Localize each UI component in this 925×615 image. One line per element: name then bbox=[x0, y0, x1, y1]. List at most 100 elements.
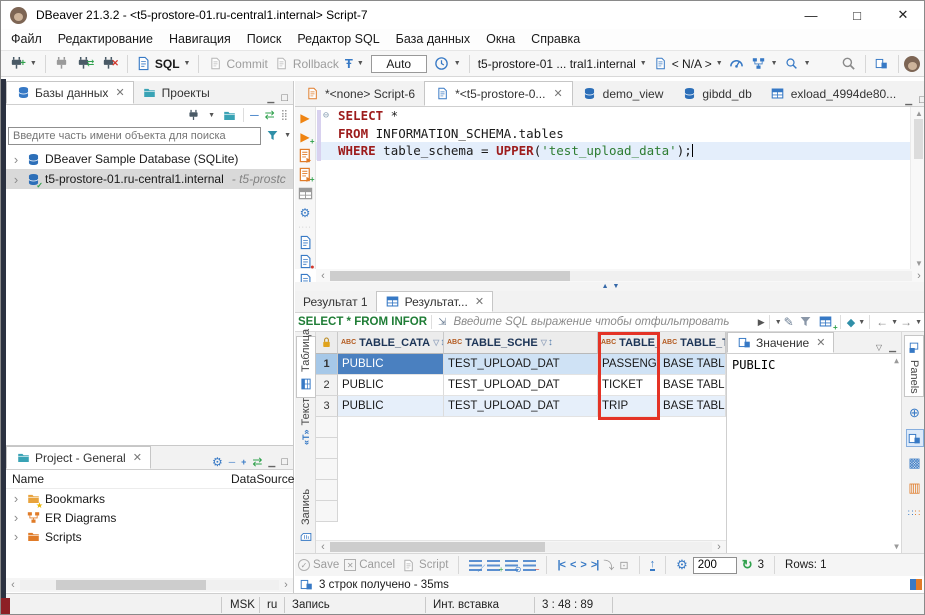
fetch-size-input[interactable] bbox=[693, 557, 737, 574]
rollback-button[interactable]: Rollback bbox=[271, 53, 342, 75]
maximize-button[interactable]: □ bbox=[834, 1, 880, 29]
notifications-icon[interactable] bbox=[910, 579, 922, 590]
column-header-table-name[interactable]: ABC TABLE_NAME ▽↕ bbox=[598, 332, 659, 354]
execute-script-icon[interactable] bbox=[297, 148, 314, 163]
tab-result-1[interactable]: Результат 1 bbox=[295, 291, 376, 312]
expander-icon[interactable]: › bbox=[11, 529, 21, 544]
tab-demo-view[interactable]: demo_view bbox=[573, 81, 673, 106]
history-forward-icon[interactable]: → bbox=[898, 315, 914, 329]
project-horizontal-scrollbar[interactable]: ‹ › bbox=[6, 578, 293, 592]
object-search-input[interactable] bbox=[8, 127, 261, 145]
erase-filter-icon[interactable]: ✎ bbox=[782, 315, 796, 329]
tab-exload[interactable]: exload_4994de80... bbox=[761, 81, 905, 106]
close-icon[interactable]: ✕ bbox=[816, 336, 825, 349]
minimize-panel-icon[interactable]: ▁ bbox=[889, 342, 896, 353]
tab-value[interactable]: Значение ✕ bbox=[727, 332, 834, 353]
gear-icon[interactable]: ⚙ bbox=[676, 557, 688, 573]
perspective-button[interactable] bbox=[871, 53, 893, 75]
sql-editor[interactable]: ⊖ SELECT * FROM INFORMATION_SCHEMA.table… bbox=[316, 107, 910, 269]
menu-help[interactable]: Справка bbox=[523, 29, 588, 50]
maximize-panel-icon[interactable]: □ bbox=[281, 456, 288, 468]
cell-table-name[interactable]: TICKET bbox=[598, 375, 659, 396]
history-back-icon[interactable]: ← bbox=[874, 315, 890, 329]
cell-table-schema[interactable]: TEST_UPLOAD_DAT bbox=[444, 375, 598, 396]
filter-funnel-icon[interactable]: ▽ bbox=[541, 338, 547, 347]
link-editor-icon[interactable]: ⇄ bbox=[265, 108, 275, 122]
minimize-panel-icon[interactable]: ▁ bbox=[268, 457, 275, 468]
filter-funnel-icon[interactable] bbox=[264, 128, 280, 144]
scroll-left-icon[interactable]: ‹ bbox=[316, 541, 330, 553]
new-panel-icon[interactable]: + bbox=[816, 313, 836, 331]
commit-mode-combo[interactable]: Auto bbox=[371, 55, 427, 73]
refresh-icon[interactable]: ↻ bbox=[742, 557, 753, 573]
tab-gibdd-db[interactable]: gibdd_db bbox=[672, 81, 760, 106]
export-data-icon[interactable]: ↑ bbox=[650, 560, 656, 571]
tab-script-6[interactable]: *<none> Script-6 bbox=[295, 81, 424, 106]
expander-icon[interactable]: › bbox=[11, 172, 21, 187]
next-row-button[interactable]: > bbox=[580, 559, 585, 571]
first-row-button[interactable]: |< bbox=[557, 559, 565, 571]
expand-all-icon[interactable]: + bbox=[241, 457, 246, 467]
reconnect-button[interactable]: ⇄ bbox=[73, 53, 98, 75]
cancel-button[interactable]: ✕ Cancel bbox=[344, 559, 395, 571]
minimize-panel-icon[interactable]: ▁ bbox=[267, 93, 274, 104]
metadata-panel-icon[interactable]: ⊕ bbox=[906, 404, 924, 422]
view-tab-grid[interactable]: Таблица bbox=[296, 336, 316, 398]
gear-icon[interactable]: ⚙ bbox=[212, 455, 223, 469]
menu-database[interactable]: База данных bbox=[388, 29, 478, 50]
scroll-down-icon[interactable]: ▼ bbox=[894, 542, 899, 551]
expand-filter-icon[interactable]: ⇲ bbox=[436, 317, 448, 328]
filter-settings-icon[interactable] bbox=[796, 313, 816, 331]
cell-table-name[interactable]: PASSENGER bbox=[598, 354, 659, 375]
quick-search-button[interactable] bbox=[838, 53, 860, 75]
editor-results-sash[interactable]: ▲▼ bbox=[295, 282, 925, 291]
fetch-page-icon[interactable]: ⤵ bbox=[603, 557, 614, 573]
tab-result-2[interactable]: Результат... ✕ bbox=[376, 291, 493, 312]
editor-vertical-scrollbar[interactable]: ▲ ▼ bbox=[910, 107, 925, 269]
tab-projects[interactable]: Проекты bbox=[134, 81, 218, 104]
column-header-table-catalog[interactable]: ABC TABLE_CATA ▽↕ bbox=[338, 332, 444, 354]
column-header-table-schema[interactable]: ABC TABLE_SCHE ▽↕ bbox=[444, 332, 598, 354]
minimize-panel-icon[interactable]: ▁ bbox=[905, 95, 912, 106]
scroll-left-icon[interactable]: ‹ bbox=[6, 579, 20, 591]
execute-new-tab-icon[interactable]: ▶+ bbox=[297, 129, 314, 144]
apply-filter-icon[interactable]: ▶ bbox=[758, 317, 765, 328]
tab-databases[interactable]: Базы данных ✕ bbox=[6, 81, 134, 104]
menu-chevron-icon[interactable]: ▽ bbox=[876, 343, 882, 352]
menu-sql-editor[interactable]: Редактор SQL bbox=[289, 29, 387, 50]
gear-icon[interactable]: ⚙ bbox=[297, 205, 314, 220]
view-tab-record[interactable]: Запись bbox=[296, 498, 316, 550]
column-header-table-type[interactable]: ABC TABLE_TY bbox=[659, 332, 726, 354]
tree-item-bookmarks[interactable]: › ★ Bookmarks bbox=[6, 489, 293, 508]
scroll-down-icon[interactable]: ▼ bbox=[911, 257, 925, 269]
grid-horizontal-scrollbar[interactable]: ‹ › bbox=[316, 540, 726, 553]
tree-item-scripts[interactable]: › Scripts bbox=[6, 527, 293, 546]
close-icon[interactable]: ✕ bbox=[475, 295, 484, 308]
menu-edit[interactable]: Редактирование bbox=[50, 29, 161, 50]
cursor-position-indicator[interactable]: 3 : 48 : 89 bbox=[542, 594, 593, 615]
tab-panels[interactable]: Panels bbox=[904, 335, 924, 397]
script-button[interactable]: Script bbox=[400, 557, 448, 573]
cell-table-type[interactable]: BASE TABLE bbox=[659, 396, 726, 417]
view-menu-icon[interactable]: ⣿ bbox=[281, 110, 288, 121]
fetch-all-icon[interactable]: ⊡ bbox=[619, 559, 628, 572]
column-header-datasource[interactable]: DataSource bbox=[231, 472, 293, 486]
filter-funnel-icon[interactable]: ▽ bbox=[433, 338, 439, 347]
sql-editor-button[interactable]: SQL ▼ bbox=[133, 53, 194, 75]
cell-table-name[interactable]: TRIP bbox=[598, 396, 659, 417]
new-connection-icon[interactable] bbox=[185, 107, 201, 123]
maximize-panel-icon[interactable]: □ bbox=[281, 92, 288, 104]
cell-table-catalog[interactable]: PUBLIC bbox=[338, 354, 444, 375]
tab-t5-prostore-script[interactable]: *<t5-prostore-0... ✕ bbox=[424, 81, 573, 106]
expander-icon[interactable]: › bbox=[11, 510, 21, 525]
disconnect-button[interactable]: ✕ bbox=[97, 53, 122, 75]
close-icon[interactable]: ✕ bbox=[133, 451, 142, 464]
close-icon[interactable]: ✕ bbox=[115, 86, 124, 99]
minimize-button[interactable]: — bbox=[788, 1, 834, 29]
tree-item-sample-database[interactable]: › DBeaver Sample Database (SQLite) bbox=[6, 149, 293, 169]
maximize-panel-icon[interactable]: □ bbox=[919, 94, 925, 106]
scroll-right-icon[interactable]: › bbox=[912, 270, 925, 282]
chevron-down-icon[interactable]: ▼ bbox=[891, 319, 898, 326]
execute-statement-icon[interactable]: ▶ bbox=[297, 110, 314, 125]
transaction-log-button[interactable]: ▼ bbox=[431, 53, 464, 75]
